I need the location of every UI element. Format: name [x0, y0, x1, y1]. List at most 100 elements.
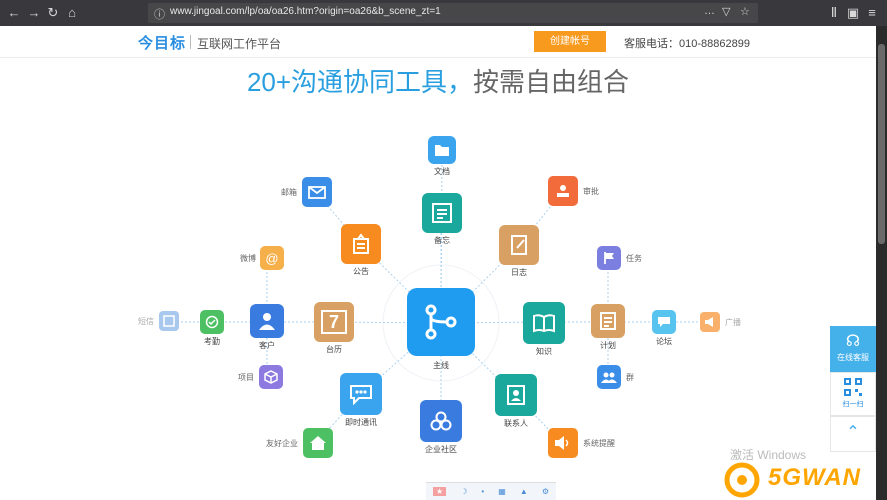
side-qun[interactable]: 群: [597, 365, 634, 389]
hub-node[interactable]: 主线: [407, 288, 475, 371]
side-shenpi[interactable]: 审批: [548, 176, 599, 206]
side-weibo[interactable]: 微博 @: [240, 246, 284, 270]
side-label: 微博: [240, 253, 256, 263]
tool-lianxi[interactable]: 联系人: [495, 374, 537, 429]
check-icon: [200, 310, 224, 334]
partial-toolbar-strip: ★ ☽ • ▦ ▲ ⚙: [426, 482, 556, 500]
tool-wenku[interactable]: 文档: [428, 136, 456, 177]
bulletin-icon: [341, 224, 381, 264]
cube-icon: [259, 365, 283, 389]
side-guangbo[interactable]: 广播: [700, 312, 741, 332]
back-to-top-button[interactable]: ⌃: [830, 416, 876, 452]
reload-icon[interactable]: ↻: [45, 5, 61, 21]
sidebar-icon[interactable]: ▣: [845, 5, 861, 21]
tool-kehu[interactable]: 客户: [250, 304, 284, 351]
menu-icon[interactable]: ≡: [864, 5, 880, 21]
qr-code-icon: [844, 378, 862, 396]
at-icon: @: [260, 246, 284, 270]
mail-icon: [302, 177, 332, 207]
side-luntan[interactable]: 论坛: [652, 310, 676, 347]
side-label: 短信: [138, 316, 154, 326]
plan-icon: [591, 304, 625, 338]
tool-zhishi[interactable]: 知识: [523, 302, 565, 357]
browser-toolbar: ← → ↻ ⌂ ⓘ www.jingoal.com/lp/oa/oa26.htm…: [0, 0, 887, 26]
library-icon[interactable]: Ⅱ: [826, 5, 842, 21]
back-icon[interactable]: ←: [6, 5, 22, 21]
qr-code-button[interactable]: 扫一扫: [830, 372, 876, 416]
hub-label: 主线: [433, 361, 449, 370]
headset-icon: ☊: [845, 333, 861, 350]
branch-icon: [407, 288, 475, 356]
pocket-icon[interactable]: ▽: [722, 5, 730, 18]
bookmark-star-icon[interactable]: ☆: [740, 5, 750, 18]
tool-label: 企业社区: [425, 445, 457, 454]
chevron-up-icon: ⌃: [846, 424, 860, 441]
side-kaoqin[interactable]: 考勤: [200, 310, 224, 347]
notes-icon: [422, 193, 462, 233]
side-label: 友好企业: [266, 438, 298, 448]
tool-jishi[interactable]: 即时通讯: [340, 373, 382, 428]
online-service-button[interactable]: ☊ 在线客服: [830, 326, 876, 372]
side-label: 考勤: [204, 337, 220, 346]
side-renwu[interactable]: 任务: [597, 246, 642, 270]
gear-icon: ⚙: [541, 487, 549, 496]
qr-label: 扫一扫: [842, 401, 864, 408]
folder-icon: [428, 136, 456, 164]
tool-jihua[interactable]: 计划: [591, 304, 625, 351]
scroll-thumb[interactable]: [878, 44, 885, 244]
side-label: 广播: [725, 317, 741, 327]
moon-icon: ☽: [460, 487, 468, 496]
page-actions-icon[interactable]: …: [704, 5, 715, 17]
calendar-icon: 7: [314, 302, 354, 342]
tool-qiye[interactable]: 企业社区: [420, 400, 462, 455]
side-label: 论坛: [656, 337, 672, 346]
side-label: 系统提醒: [583, 438, 615, 448]
forum-icon: [652, 310, 676, 334]
side-youhao[interactable]: 友好企业: [266, 428, 333, 458]
address-bar[interactable]: ⓘ www.jingoal.com/lp/oa/oa26.htm?origin=…: [148, 3, 758, 23]
watermark-text: 5GWAN: [768, 464, 862, 491]
flag-icon: [597, 246, 621, 270]
chat-icon: [340, 373, 382, 415]
url-text: www.jingoal.com/lp/oa/oa26.htm?origin=oa…: [170, 6, 441, 17]
forward-icon[interactable]: →: [26, 5, 42, 21]
tool-label: 备忘: [434, 236, 450, 245]
stamp-icon: [548, 176, 578, 206]
page-scrollbar[interactable]: [876, 26, 887, 500]
customer-icon: [250, 304, 284, 338]
group-icon: [597, 365, 621, 389]
tool-label: 知识: [536, 347, 552, 356]
tool-gonggao[interactable]: 公告: [341, 224, 381, 277]
contact-icon: [495, 374, 537, 416]
side-xiangmu[interactable]: 项目: [238, 365, 283, 389]
tool-label: 台历: [326, 345, 342, 354]
side-youxiang[interactable]: 邮箱: [281, 177, 332, 207]
sms-icon: [159, 311, 179, 331]
side-label: 邮箱: [281, 187, 297, 197]
grid-icon: ▦: [498, 487, 506, 496]
watermark-logo-icon: [724, 462, 760, 498]
tool-label: 即时通讯: [345, 418, 377, 427]
side-label: 审批: [583, 186, 599, 196]
tool-label: 计划: [600, 341, 616, 350]
side-label: 群: [626, 372, 634, 382]
calendar-day: 7: [321, 310, 347, 334]
floating-service-panel: ☊ 在线客服 扫一扫 ⌃: [830, 326, 876, 452]
book-icon: [523, 302, 565, 344]
broadcast-icon: [700, 312, 720, 332]
side-label: 任务: [626, 253, 642, 263]
tool-beiwang[interactable]: 备忘: [422, 193, 462, 246]
page-content: 今目标 互联网工作平台 创建帐号 客服电话：010-88862899 20+沟通…: [0, 26, 876, 500]
tool-label: 公告: [353, 267, 369, 276]
tool-label: 客户: [259, 341, 275, 350]
tool-taili[interactable]: 7 台历: [314, 302, 354, 355]
tool-rizhi[interactable]: 日志: [499, 225, 539, 278]
info-icon[interactable]: ⓘ: [154, 6, 165, 22]
tool-label: 联系人: [504, 419, 528, 428]
side-duanxin[interactable]: 短信: [138, 311, 179, 331]
shirt-icon: ▲: [519, 487, 528, 496]
side-tixing[interactable]: 系统提醒: [548, 428, 615, 458]
home-icon[interactable]: ⌂: [64, 5, 80, 21]
speaker-icon: [548, 428, 578, 458]
online-service-label: 在线客服: [837, 353, 869, 362]
